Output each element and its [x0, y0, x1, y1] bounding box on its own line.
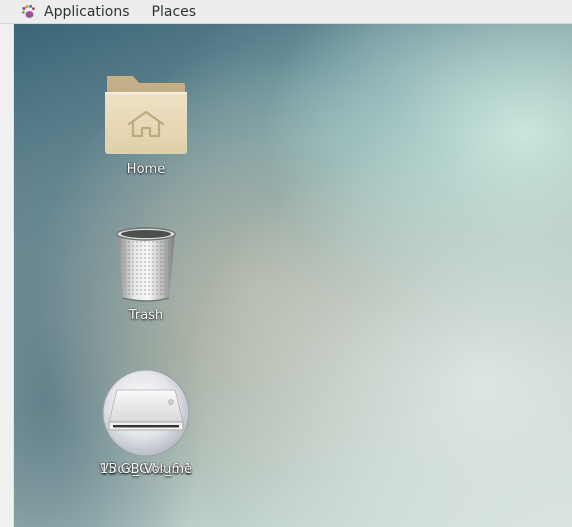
- desktop-icon-label: Trash: [128, 308, 164, 323]
- desktop-icon-trash[interactable]: Trash: [91, 224, 201, 323]
- home-folder-icon: [101, 68, 191, 158]
- desktop-icon-home[interactable]: Home: [91, 68, 201, 177]
- top-panel: Applications Places: [0, 0, 572, 24]
- places-menu[interactable]: Places: [152, 0, 197, 24]
- applications-menu-label: Applications: [44, 3, 130, 20]
- desktop[interactable]: Home Trash VBox_GAs_6.1 15 GB Volume: [14, 24, 572, 527]
- optical-drive-icon: [101, 368, 191, 458]
- desktop-icon-volume[interactable]: VBox_GAs_6.1 15 GB Volume: [91, 368, 201, 479]
- gnome-foot-icon: [20, 4, 36, 20]
- desktop-icon-label-overlap: VBox_GAs_6.1 15 GB Volume: [91, 462, 201, 479]
- trash-icon: [111, 224, 181, 304]
- window-list-strip: [0, 24, 14, 527]
- places-menu-label: Places: [151, 3, 197, 20]
- desktop-icon-label: Home: [126, 162, 166, 177]
- desktop-icon-label: 15 GB Volume: [99, 462, 193, 477]
- applications-menu[interactable]: Applications: [0, 0, 152, 24]
